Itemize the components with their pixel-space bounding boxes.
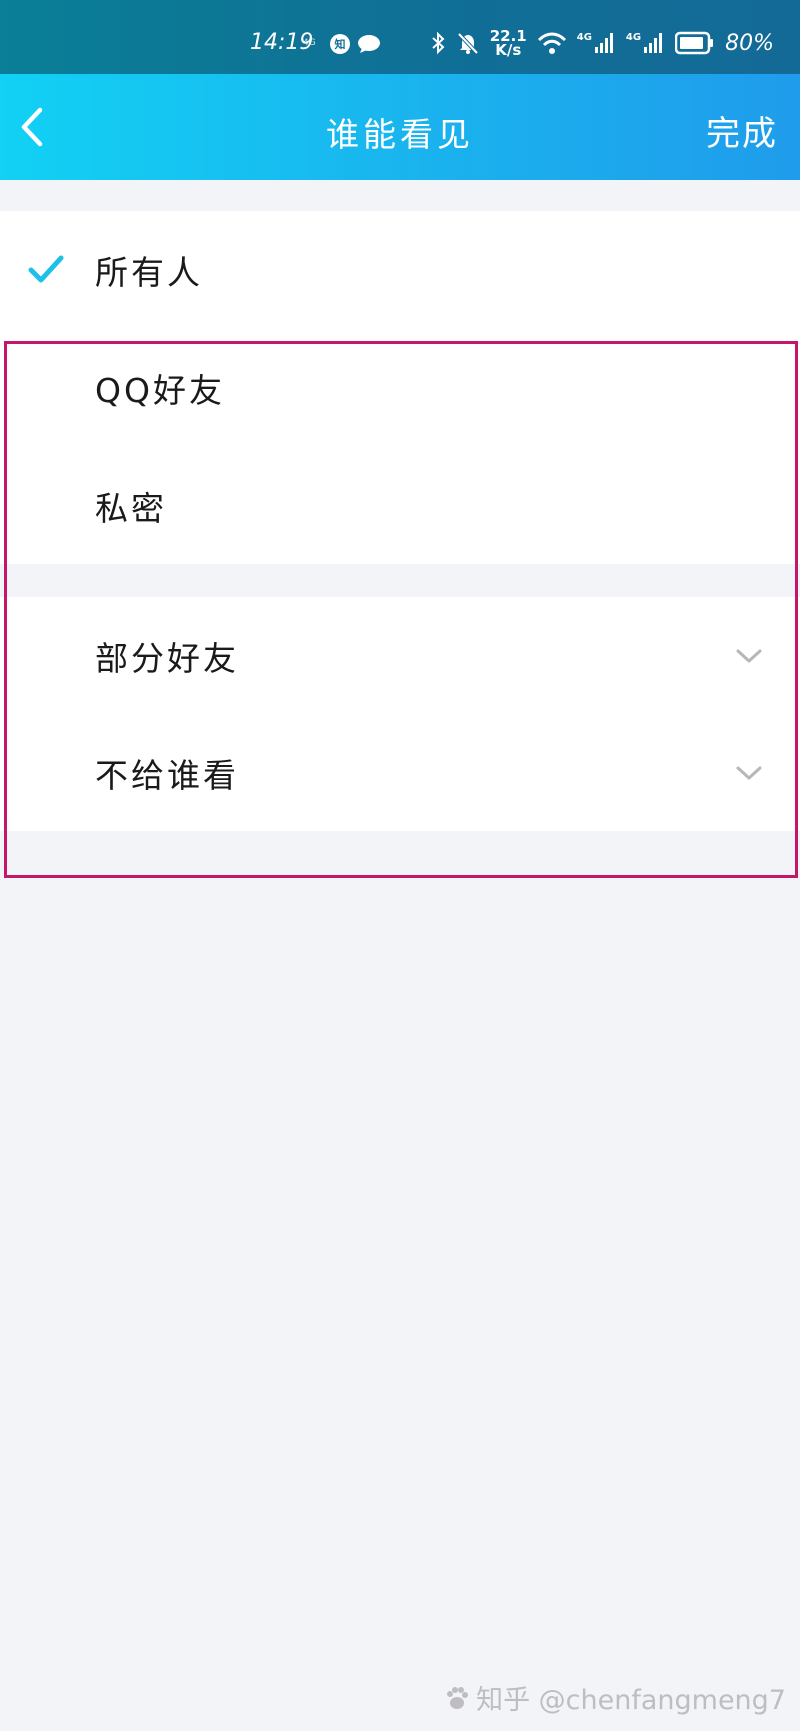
option-private[interactable]: 私密	[0, 447, 800, 565]
signal-bars-icon	[594, 33, 613, 53]
signal-bars-icon	[644, 33, 663, 53]
option-label: 所有人	[95, 253, 203, 292]
paw-logo-icon	[447, 1686, 469, 1709]
bluetooth-icon	[432, 31, 445, 55]
watermark: 知乎 @chenfangmeng7	[444, 1678, 786, 1717]
done-button[interactable]: 完成	[706, 106, 778, 155]
option-everyone[interactable]: 所有人	[0, 211, 800, 329]
custom-visibility-group: 部分好友 不给谁看	[0, 597, 800, 831]
page-title: 谁能看见	[326, 115, 474, 154]
cell-network-type-2: 4G	[625, 32, 642, 43]
nav-bar: 谁能看见 完成	[0, 74, 800, 180]
mute-bell-icon	[457, 32, 479, 55]
checkmark-icon	[28, 255, 64, 283]
battery-percent: 80%	[725, 30, 774, 56]
status-icons: 22.1 K/s 4G 4G 80%	[430, 28, 774, 58]
option-qq-friends[interactable]: QQ好友	[0, 329, 800, 447]
chat-notification-icon	[358, 35, 380, 53]
cell-network-type-1: 4G	[576, 32, 592, 43]
zhihu-notification-icon: 知	[330, 34, 350, 54]
network-speed: 22.1 K/s	[490, 29, 527, 59]
battery-icon	[675, 31, 714, 55]
network-speed-unit: K/s	[495, 41, 522, 59]
status-bar: 14:19 4G 知 22.1 K/s 4G 4G 80%	[0, 0, 800, 74]
option-some-friends[interactable]: 部分好友	[0, 597, 800, 715]
option-label: 私密	[95, 489, 167, 528]
option-hide-from[interactable]: 不给谁看	[0, 714, 800, 832]
option-label: 不给谁看	[95, 756, 239, 795]
watermark-text: 知乎 @chenfangmeng7	[476, 1685, 786, 1716]
option-label: 部分好友	[95, 639, 239, 678]
cell-signal-1: 4G	[577, 32, 616, 54]
option-label: QQ好友	[95, 371, 225, 410]
chevron-down-icon	[736, 649, 762, 663]
wifi-icon	[537, 32, 566, 54]
chevron-down-icon	[736, 766, 762, 780]
small-network-indicator: 4G	[303, 38, 316, 48]
cell-signal-2: 4G	[626, 32, 665, 54]
visibility-options-group: 所有人 QQ好友 私密	[0, 211, 800, 564]
